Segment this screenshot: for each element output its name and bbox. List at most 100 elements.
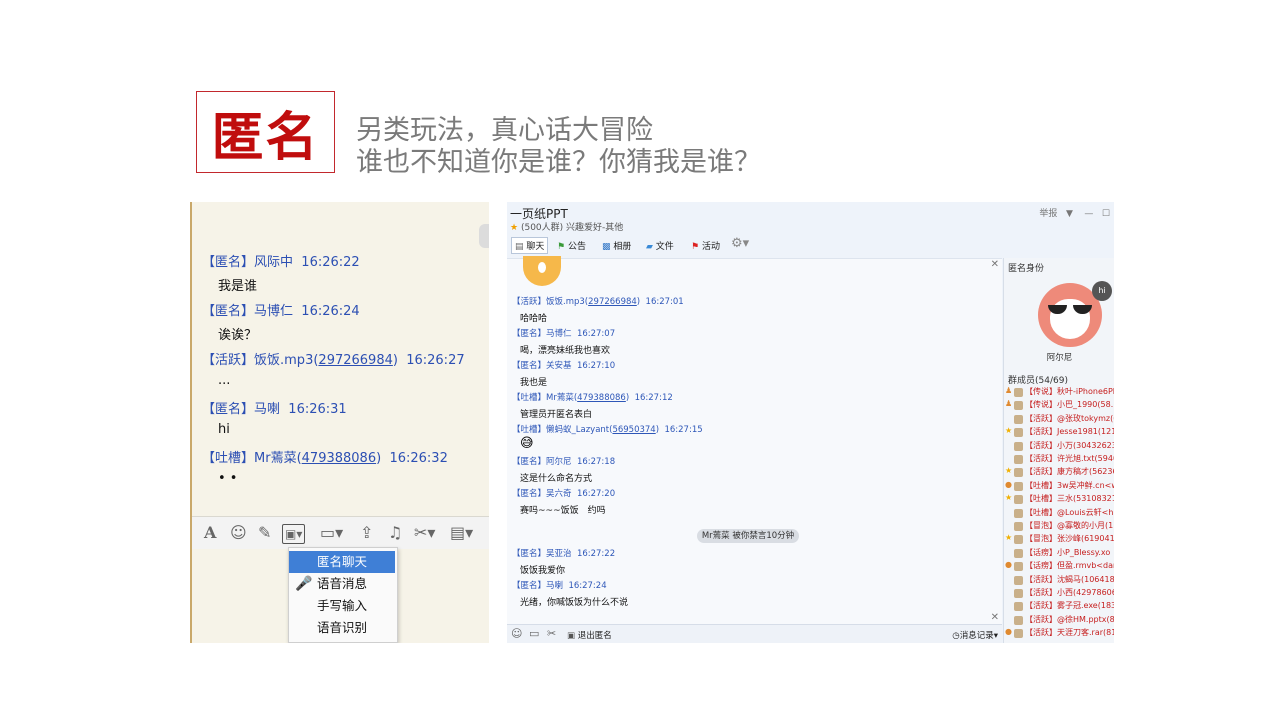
chat-area: ✕ 【活跃】饭饭.mp3(297266984) 16:27:01 哈哈哈 【匿名】马… xyxy=(507,256,1002,625)
member-row[interactable]: 【吐槽】@Louis云轩<hin xyxy=(1004,507,1114,520)
sender-qq-link[interactable]: 479388086 xyxy=(302,451,376,466)
member-row[interactable]: ★ 【吐槽】三水(53108321 xyxy=(1004,493,1114,506)
member-row[interactable]: ★ 【活跃】Jesse1981(1216 xyxy=(1004,426,1114,439)
sender-name[interactable]: 吴六奇 xyxy=(546,489,572,499)
member-level-icon: ★ xyxy=(1005,426,1013,436)
member-row[interactable]: ● 【吐槽】3w吴冲鲜.cn<w xyxy=(1004,480,1114,493)
sender-name[interactable]: 饭饭.mp3( xyxy=(546,297,588,307)
sender-name[interactable]: 饭饭.mp3( xyxy=(254,353,318,368)
member-name: 【吐槽】三水(53108321 xyxy=(1025,494,1114,504)
anonymous-identity-header: 匿名身份 xyxy=(1008,264,1045,274)
tab-files[interactable]: ▰ 文件 xyxy=(646,239,674,252)
maximize-button[interactable]: ☐ xyxy=(1102,209,1110,219)
tab-chat[interactable]: ▤ 聊天 xyxy=(511,237,549,254)
member-avatar-icon xyxy=(1014,455,1023,464)
sender-qq-link[interactable]: 56950374 xyxy=(612,425,655,435)
member-avatar-icon xyxy=(1014,508,1023,518)
scissors-icon-small[interactable]: ✂ xyxy=(547,627,556,640)
scissors-icon[interactable]: ✂▾ xyxy=(414,524,435,542)
right-message-text: 这是什么命名方式 xyxy=(520,474,593,484)
hi-bubble-icon[interactable]: hi xyxy=(1092,281,1112,301)
activity-flag-icon: ⚑ xyxy=(691,242,700,252)
member-row[interactable]: ● 【活跃】天涯刀客.rar(81 xyxy=(1004,627,1114,640)
message-tag: 【活跃】 xyxy=(512,297,547,307)
magic-wand-icon[interactable]: ✎ xyxy=(258,524,271,542)
minimize-button[interactable]: — xyxy=(1084,209,1093,219)
more-apps-icon[interactable]: ▤▾ xyxy=(450,524,473,542)
tab-album[interactable]: ▩ 相册 xyxy=(602,239,631,252)
sender-name[interactable]: 马博仁 xyxy=(254,304,293,319)
tab-notice[interactable]: ⚑ 公告 xyxy=(557,239,586,252)
member-avatar-icon xyxy=(1014,441,1023,451)
menu-item[interactable]: 语音识别 xyxy=(289,617,395,639)
member-avatar-icon xyxy=(1014,589,1023,598)
sender-name-close: ) xyxy=(392,353,398,368)
member-name: 【活跃】康方稿才(56236 xyxy=(1025,467,1114,477)
member-row[interactable]: 【冒泡】@寡敬的小月(1 xyxy=(1004,520,1114,533)
menu-item[interactable]: 匿名聊天 xyxy=(289,551,395,573)
anonymous-mode-icon[interactable]: ▣▾ xyxy=(282,524,306,544)
member-row[interactable]: 【活跃】小西(42978606 xyxy=(1004,587,1114,600)
member-row[interactable]: 【活跃】@徐HM.pptx(85 xyxy=(1004,614,1114,627)
message-tag: 【匿名】 xyxy=(512,361,547,371)
emoji-icon[interactable]: ☺ xyxy=(230,524,247,542)
member-name: 【吐槽】3w吴冲鲜.cn<w xyxy=(1025,480,1114,490)
message-time: 16:26:31 xyxy=(288,402,347,417)
sender-qq-link[interactable]: 479388086 xyxy=(577,393,626,403)
left-message-text: hi xyxy=(218,422,230,437)
sender-name[interactable]: 马喇 xyxy=(546,581,563,591)
member-row[interactable]: 【活跃】@张玫tokymz(6 xyxy=(1004,413,1114,426)
member-row[interactable]: ★ 【活跃】康方稿才(56236 xyxy=(1004,466,1114,479)
sender-name[interactable]: 吴亚治 xyxy=(546,549,572,559)
member-row[interactable]: 【话痨】小P_Blessy.xo xyxy=(1004,547,1114,560)
settings-gear-icon[interactable]: ⚙▾ xyxy=(731,236,749,251)
member-row[interactable]: 【活跃】沈蝎马(106418 xyxy=(1004,574,1114,587)
member-avatar-icon xyxy=(1014,481,1023,491)
sender-qq-link[interactable]: 297266984 xyxy=(318,353,392,368)
member-row[interactable]: ● 【话痨】但盈.rmvb<darr xyxy=(1004,560,1114,573)
exit-anonymous-button[interactable]: ▣ 退出匿名 xyxy=(567,629,612,641)
right-message-header: 【吐槽】Mr蔫菜(479388086) 16:27:12 xyxy=(512,391,673,403)
emoji-icon-small[interactable]: ☺ xyxy=(511,627,522,640)
sender-name[interactable]: Mr蔫菜( xyxy=(254,451,302,466)
member-name: 【活跃】天涯刀客.rar(81 xyxy=(1025,628,1114,638)
member-avatar-icon xyxy=(1014,535,1023,545)
message-tag: 【匿名】 xyxy=(512,329,547,339)
sender-name-close: ) xyxy=(636,297,641,307)
image-icon-small[interactable]: ▭ xyxy=(529,627,539,640)
upload-icon[interactable]: ⇪ xyxy=(360,524,373,542)
message-history-button[interactable]: ◷消息记录▾ xyxy=(952,629,998,641)
member-row[interactable]: ★ 【冒泡】张沙峰(6190415 xyxy=(1004,533,1114,546)
left-chat-window: 【匿名】风际中 16:26:22 我是谁 【匿名】马博仁 16:26:24 诶诶？ 【活… xyxy=(190,202,489,643)
image-icon[interactable]: ▭▾ xyxy=(320,524,343,542)
member-row[interactable]: ♟ 【传说】秋叶-iPhone6Plu xyxy=(1004,386,1114,399)
sender-name[interactable]: 风际中 xyxy=(254,255,293,270)
member-row[interactable]: 【活跃】小万(30432623 xyxy=(1004,440,1114,453)
tab-activity[interactable]: ⚑ 活动 xyxy=(691,239,720,252)
message-tag: 【匿名】 xyxy=(202,402,255,417)
sender-name[interactable]: 马喇 xyxy=(254,402,280,417)
member-row[interactable]: ♟ 【传说】小巴_1990(58… xyxy=(1004,399,1114,412)
member-name: 【活跃】@徐HM.pptx(85 xyxy=(1025,614,1114,624)
sender-name[interactable]: 马博仁 xyxy=(546,329,572,339)
music-icon[interactable]: ♫ xyxy=(388,524,402,542)
member-row[interactable]: 【活跃】许光旭.txt(5940 xyxy=(1004,453,1114,466)
member-row[interactable]: 【活跃】雾子冠.exe(183 xyxy=(1004,600,1114,613)
right-message-text: 管理员开匿名表白 xyxy=(520,410,593,420)
dropdown-button[interactable]: ▼ xyxy=(1066,209,1073,219)
report-button[interactable]: 举报 xyxy=(1039,209,1057,219)
menu-item[interactable]: 手写输入 xyxy=(289,595,395,617)
member-level-icon: ★ xyxy=(1005,533,1013,543)
font-icon[interactable]: A xyxy=(204,524,216,542)
microphone-icon: 🎤 xyxy=(295,576,313,592)
close-input-icon[interactable]: ✕ xyxy=(991,612,999,623)
member-name: 【活跃】沈蝎马(106418 xyxy=(1025,574,1114,584)
sender-qq-link[interactable]: 297266984 xyxy=(588,297,637,307)
sender-name[interactable]: 阿尔尼 xyxy=(546,457,572,467)
collapse-icon[interactable]: ✕ xyxy=(991,259,999,270)
sender-name[interactable]: Mr蔫菜( xyxy=(546,393,577,403)
sender-name[interactable]: 关安基 xyxy=(546,361,572,371)
message-tag: 【吐槽】 xyxy=(512,425,547,435)
scroll-tab[interactable] xyxy=(479,224,489,248)
sender-name[interactable]: 懒蚂蚁_Lazyant( xyxy=(546,425,612,435)
